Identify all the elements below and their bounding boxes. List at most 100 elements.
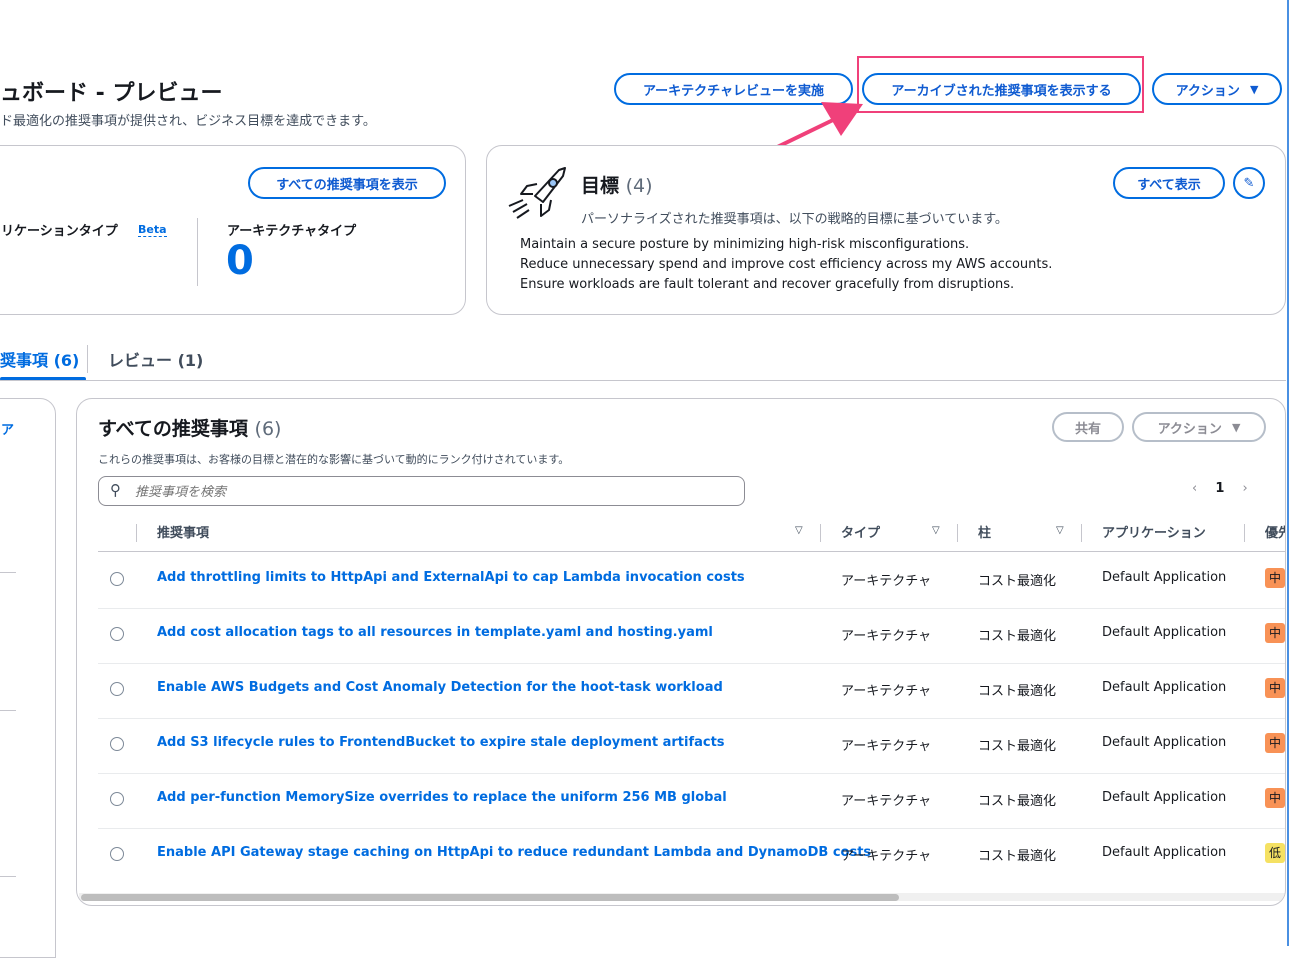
table-row: Enable API Gateway stage caching on Http…	[98, 828, 1285, 883]
recommendations-title-text: すべての推奨事項	[98, 418, 248, 440]
goal-item: Reduce unnecessary spend and improve cos…	[520, 257, 1053, 272]
sort-icon[interactable]: ▽	[1056, 525, 1064, 536]
row-application: Default Application	[1102, 570, 1227, 585]
arch-type-label: アーキテクチャタイプ	[227, 224, 357, 239]
row-type: アーキテクチャ	[841, 629, 932, 644]
edit-goals-button[interactable]: ✎	[1233, 167, 1265, 199]
row-pillar: コスト最適化	[978, 574, 1057, 589]
row-type: アーキテクチャ	[841, 574, 932, 589]
view-all-recommendations-button[interactable]: すべての推奨事項を表示	[248, 167, 446, 199]
row-application: Default Application	[1102, 735, 1227, 750]
left-panel-divider	[0, 710, 16, 711]
goals-title-text: 目標	[581, 175, 620, 197]
goals-card: 目標 (4) パーソナライズされた推奨事項は、以下の戦略的目標に基づいています。…	[486, 145, 1286, 315]
next-page-icon[interactable]: ›	[1243, 481, 1248, 496]
goal-item: Maintain a secure posture by minimizing …	[520, 237, 970, 252]
recommendation-link[interactable]: Add throttling limits to HttpApi and Ext…	[157, 570, 745, 585]
row-application: Default Application	[1102, 625, 1227, 640]
table-row: Enable AWS Budgets and Cost Anomaly Dete…	[98, 663, 1285, 719]
header-action-button[interactable]: アクション ▼	[1152, 73, 1282, 105]
column-header-recommendation[interactable]: 推奨事項	[157, 522, 209, 541]
column-divider	[820, 524, 821, 542]
table-row: Add per-function MemorySize overrides to…	[98, 773, 1285, 829]
row-radio[interactable]	[110, 682, 124, 696]
page-title: ュボード - プレビュー	[0, 81, 223, 106]
caret-down-icon: ▼	[1249, 82, 1259, 96]
goals-description: パーソナライズされた推奨事項は、以下の戦略的目標に基づいています。	[581, 212, 1008, 227]
row-radio[interactable]	[110, 627, 124, 641]
page-subtitle: ド最適化の推奨事項が提供され、ビジネス目標を達成できます。	[0, 114, 376, 129]
table-row: Add cost allocation tags to all resource…	[98, 608, 1285, 664]
row-type: アーキテクチャ	[841, 684, 932, 699]
recommendations-count: (6)	[254, 418, 282, 440]
column-divider	[957, 524, 958, 542]
column-header-application[interactable]: アプリケーション	[1102, 522, 1206, 541]
beta-badge[interactable]: Beta	[138, 223, 167, 237]
priority-badge: 中	[1265, 568, 1285, 588]
tab-reviews[interactable]: レビュー (1)	[108, 347, 203, 371]
table-header-border	[98, 551, 1285, 552]
row-pillar: コスト最適化	[978, 849, 1057, 864]
sort-icon[interactable]: ▽	[795, 525, 803, 536]
recommendation-link[interactable]: Add cost allocation tags to all resource…	[157, 625, 713, 640]
show-all-goals-button[interactable]: すべて表示	[1113, 167, 1225, 199]
search-box[interactable]: ⚲	[98, 476, 745, 506]
right-edge-border	[1287, 0, 1289, 946]
row-application: Default Application	[1102, 790, 1227, 805]
row-radio[interactable]	[110, 847, 124, 861]
pencil-icon: ✎	[1243, 175, 1255, 191]
row-pillar: コスト最適化	[978, 629, 1057, 644]
table-row: Add throttling limits to HttpApi and Ext…	[98, 553, 1285, 609]
recommendation-link[interactable]: Add S3 lifecycle rules to FrontendBucket…	[157, 735, 725, 750]
priority-badge: 中	[1265, 623, 1285, 643]
recommendation-link[interactable]: Enable AWS Budgets and Cost Anomaly Dete…	[157, 680, 723, 695]
tabs-border	[0, 380, 1286, 381]
caret-down-icon: ▼	[1231, 420, 1241, 434]
column-header-priority-label: 優先	[1265, 526, 1285, 541]
column-header-priority[interactable]: 優先	[1265, 522, 1285, 541]
row-type: アーキテクチャ	[841, 739, 932, 754]
app-type-label: リケーションタイプ	[1, 224, 118, 239]
left-panel-link[interactable]: ア	[1, 419, 14, 438]
column-header-pillar[interactable]: 柱	[978, 522, 991, 541]
row-radio[interactable]	[110, 792, 124, 806]
prev-page-icon[interactable]: ‹	[1192, 481, 1197, 496]
table-row: Add S3 lifecycle rules to FrontendBucket…	[98, 718, 1285, 774]
header-action-label: アクション	[1175, 83, 1240, 99]
row-radio[interactable]	[110, 737, 124, 751]
recommendation-link[interactable]: Add per-function MemorySize overrides to…	[157, 790, 727, 805]
row-application: Default Application	[1102, 845, 1227, 860]
priority-badge: 中	[1265, 733, 1285, 753]
search-input[interactable]	[133, 480, 727, 504]
rocket-icon	[508, 167, 566, 219]
arch-type-value: 0	[226, 238, 254, 284]
column-divider	[1244, 524, 1245, 542]
left-filter-panel: ア	[0, 398, 56, 958]
column-header-type[interactable]: タイプ	[841, 522, 880, 541]
priority-badge: 中	[1265, 788, 1285, 808]
recommendations-title: すべての推奨事項 (6)	[98, 414, 281, 441]
recommendation-link[interactable]: Enable API Gateway stage caching on Http…	[157, 845, 871, 860]
row-type: アーキテクチャ	[841, 794, 932, 809]
table-action-button[interactable]: アクション ▼	[1132, 412, 1266, 442]
goals-count: (4)	[625, 175, 653, 197]
highlight-box	[857, 56, 1144, 113]
sort-icon[interactable]: ▽	[932, 525, 940, 536]
row-radio[interactable]	[110, 572, 124, 586]
goal-item: Ensure workloads are fault tolerant and …	[520, 277, 1015, 292]
share-button[interactable]: 共有	[1052, 412, 1124, 442]
recommendations-description: これらの推奨事項は、お客様の目標と潜在的な影響に基づいて動的にランク付けされてい…	[98, 453, 570, 466]
goals-title: 目標 (4)	[581, 171, 653, 198]
page-number[interactable]: 1	[1215, 481, 1224, 496]
row-pillar: コスト最適化	[978, 684, 1057, 699]
summary-divider	[197, 218, 198, 286]
column-divider	[136, 524, 137, 542]
summary-card: すべての推奨事項を表示 リケーションタイプ Beta アーキテクチャタイプ 0	[0, 145, 466, 315]
scrollbar-thumb[interactable]	[81, 894, 899, 901]
row-type: アーキテクチャ	[841, 849, 932, 864]
row-pillar: コスト最適化	[978, 739, 1057, 754]
left-panel-divider	[0, 572, 16, 573]
tab-recommendations[interactable]: 奨事項 (6)	[0, 347, 79, 371]
column-divider	[1081, 524, 1082, 542]
row-pillar: コスト最適化	[978, 794, 1057, 809]
